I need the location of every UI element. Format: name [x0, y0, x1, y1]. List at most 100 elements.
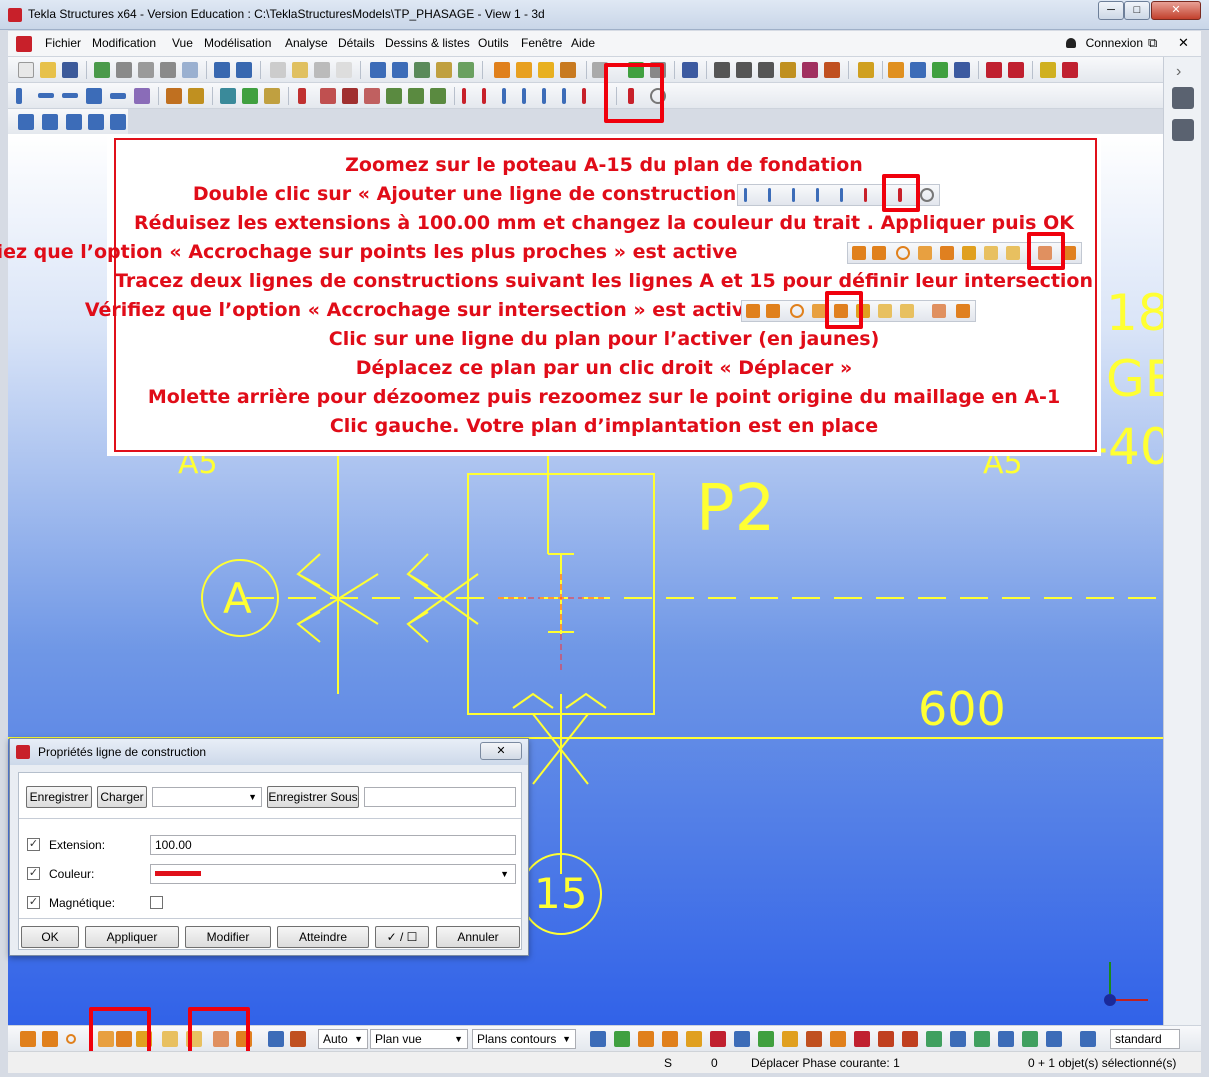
- select-part-icon[interactable]: [614, 1031, 630, 1047]
- restore-document-button[interactable]: ⧉: [1148, 35, 1157, 51]
- snap-line-ext-icon[interactable]: [162, 1031, 178, 1047]
- measure-icon-6[interactable]: [824, 62, 840, 78]
- construction-line-icon-4[interactable]: [522, 88, 526, 104]
- selection-filter-select[interactable]: standard: [1110, 1029, 1180, 1049]
- construction-line-icon-2[interactable]: [482, 88, 486, 104]
- footing-icon[interactable]: [220, 88, 236, 104]
- measure-icon[interactable]: [714, 62, 730, 78]
- cube-icon[interactable]: [1172, 87, 1194, 109]
- color-select[interactable]: ▼: [150, 864, 516, 884]
- select-icon-a[interactable]: [974, 1031, 990, 1047]
- print-icon[interactable]: [314, 62, 330, 78]
- select-construction-icon[interactable]: [926, 1031, 942, 1047]
- view-icon-3[interactable]: [414, 62, 430, 78]
- slab-icon[interactable]: [134, 88, 150, 104]
- select-icon[interactable]: [458, 62, 474, 78]
- redo-icon[interactable]: [236, 62, 252, 78]
- construction-line-icon-7[interactable]: [582, 88, 586, 104]
- cancel-button[interactable]: Annuler: [436, 926, 520, 948]
- snap-center-icon[interactable]: [66, 1034, 76, 1044]
- catalog-icon-2[interactable]: [1062, 62, 1078, 78]
- maximize-button[interactable]: □: [1124, 1, 1150, 20]
- component-icon[interactable]: [986, 62, 1002, 78]
- select-icon-d[interactable]: [1046, 1031, 1062, 1047]
- select-view-icon[interactable]: [758, 1031, 774, 1047]
- magnetic-value-checkbox[interactable]: [150, 896, 163, 909]
- view-icon[interactable]: [370, 62, 386, 78]
- polybeam-icon[interactable]: [62, 93, 78, 98]
- construction-line-icon-6[interactable]: [562, 88, 566, 104]
- menu-fenetre[interactable]: Fenêtre: [521, 36, 562, 50]
- select-icon-b[interactable]: [998, 1031, 1014, 1047]
- menu-vue[interactable]: Vue: [172, 36, 193, 50]
- extension-input[interactable]: 100.00: [150, 835, 516, 855]
- measure-icon-4[interactable]: [780, 62, 796, 78]
- footing-icon-3[interactable]: [264, 88, 280, 104]
- toggle-button[interactable]: ✓ / ☐: [375, 926, 429, 948]
- numbering-icon-3[interactable]: [538, 62, 554, 78]
- select-cut-icon[interactable]: [734, 1031, 750, 1047]
- menu-analyse[interactable]: Analyse: [285, 36, 328, 50]
- clash-icon-2[interactable]: [910, 62, 926, 78]
- select-all-icon[interactable]: [590, 1031, 606, 1047]
- curved-beam-icon[interactable]: [86, 88, 102, 104]
- select-surface-icon[interactable]: [830, 1031, 846, 1047]
- paste-icon[interactable]: [292, 62, 308, 78]
- grid-icon-5[interactable]: [110, 114, 126, 130]
- snap-depth-select[interactable]: Auto ▼: [318, 1029, 368, 1049]
- footing-icon-2[interactable]: [242, 88, 258, 104]
- save-as-button[interactable]: Enregistrer Sous: [267, 786, 359, 808]
- measure-icon-3[interactable]: [758, 62, 774, 78]
- ok-button[interactable]: OK: [21, 926, 79, 948]
- select-rebar-icon[interactable]: [806, 1031, 822, 1047]
- menu-details[interactable]: Détails: [338, 36, 375, 50]
- plate-icon[interactable]: [110, 93, 126, 99]
- new-icon[interactable]: [18, 62, 34, 78]
- column-icon[interactable]: [16, 88, 22, 104]
- construction-line-icon-3[interactable]: [502, 88, 506, 104]
- rebar-icon-7[interactable]: [430, 88, 446, 104]
- select-component-icon[interactable]: [638, 1031, 654, 1047]
- measure-icon-5[interactable]: [802, 62, 818, 78]
- save-as-name-input[interactable]: [364, 787, 516, 807]
- load-button[interactable]: Charger: [97, 786, 147, 808]
- clash-icon[interactable]: [888, 62, 904, 78]
- numbering-icon-4[interactable]: [560, 62, 576, 78]
- phase-icon[interactable]: [682, 62, 698, 78]
- snap-plane-icon[interactable]: [268, 1031, 284, 1047]
- modify-button[interactable]: Modifier: [185, 926, 271, 948]
- construction-line-icon-5[interactable]: [542, 88, 546, 104]
- rebar-icon-4[interactable]: [364, 88, 380, 104]
- component-icon-2[interactable]: [1008, 62, 1024, 78]
- select-weld-icon[interactable]: [710, 1031, 726, 1047]
- minimize-button[interactable]: ─: [1098, 1, 1124, 20]
- contour-select[interactable]: Plans contours ▼: [472, 1029, 576, 1049]
- select-bolt-icon[interactable]: [782, 1031, 798, 1047]
- get-button[interactable]: Atteindre: [277, 926, 369, 948]
- save-button[interactable]: Enregistrer: [26, 786, 92, 808]
- snap-geometry-icon[interactable]: [42, 1031, 58, 1047]
- rebar-icon[interactable]: [298, 88, 306, 104]
- undo-icon[interactable]: [214, 62, 230, 78]
- open-icon[interactable]: [40, 62, 56, 78]
- tiles-icon[interactable]: [1172, 119, 1194, 141]
- beam-icon[interactable]: [38, 93, 54, 98]
- snap-depth-icon[interactable]: [290, 1031, 306, 1047]
- model-icon-4[interactable]: [182, 62, 198, 78]
- numbering-icon-2[interactable]: [516, 62, 532, 78]
- settings-combo[interactable]: ▼: [152, 787, 262, 807]
- select-point-icon[interactable]: [662, 1031, 678, 1047]
- report-icon[interactable]: [336, 62, 352, 78]
- connexion-button[interactable]: Connexion: [1065, 36, 1143, 50]
- select-icon-e[interactable]: [1080, 1031, 1096, 1047]
- menu-modification[interactable]: Modification: [92, 36, 156, 50]
- grid-icon-4[interactable]: [88, 114, 104, 130]
- numbering-icon[interactable]: [494, 62, 510, 78]
- select-plane-icon[interactable]: [878, 1031, 894, 1047]
- snap-reference-icon[interactable]: [20, 1031, 36, 1047]
- rebar-icon-6[interactable]: [408, 88, 424, 104]
- save-icon[interactable]: [62, 62, 78, 78]
- chevron-right-icon[interactable]: ›: [1176, 63, 1181, 81]
- plane-select[interactable]: Plan vue ▼: [370, 1029, 468, 1049]
- construction-line-icon[interactable]: [462, 88, 466, 104]
